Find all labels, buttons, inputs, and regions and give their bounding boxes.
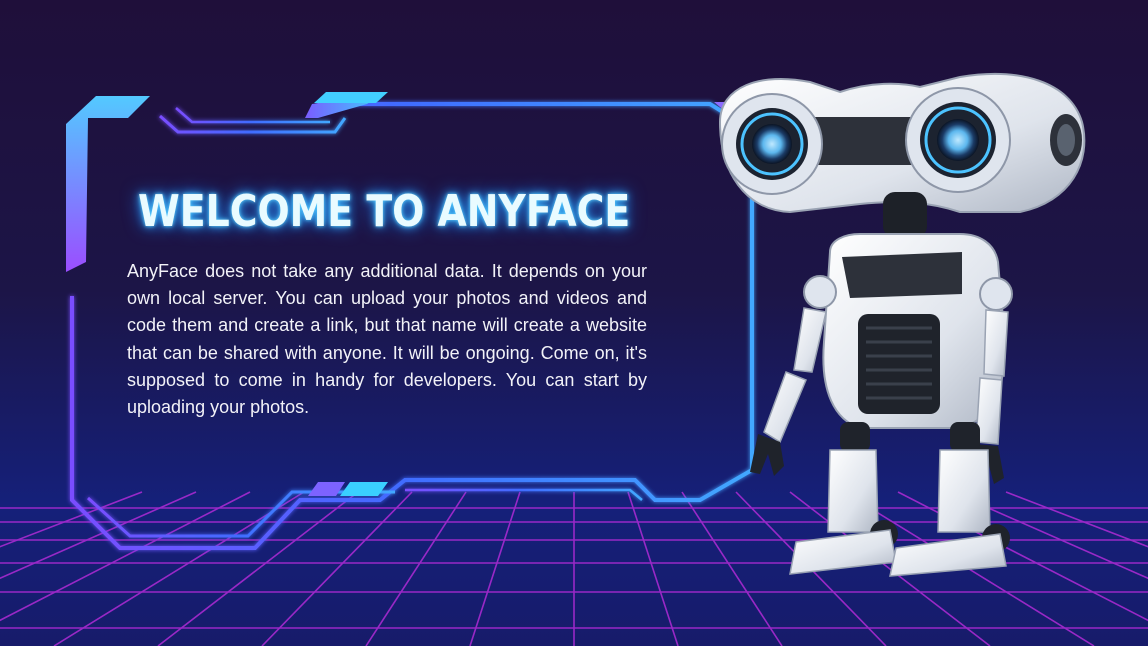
robot-left-leg: [789, 422, 898, 575]
intro-paragraph: AnyFace does not take any additional dat…: [127, 261, 647, 418]
robot-illustration: [718, 73, 1086, 577]
page-title: WELCOME TO ANYFACE: [138, 186, 631, 237]
frame-chip: [314, 92, 388, 103]
robot-neck: [883, 192, 927, 238]
robot-torso: [822, 233, 1007, 429]
robot-head: [718, 73, 1086, 214]
frame-chip: [308, 482, 345, 496]
robot-left-arm: [750, 275, 837, 476]
robot-right-leg: [889, 422, 1010, 577]
frame-chip: [340, 482, 388, 496]
slide-canvas: WELCOME TO ANYFACE AnyFace does not take…: [0, 0, 1148, 646]
